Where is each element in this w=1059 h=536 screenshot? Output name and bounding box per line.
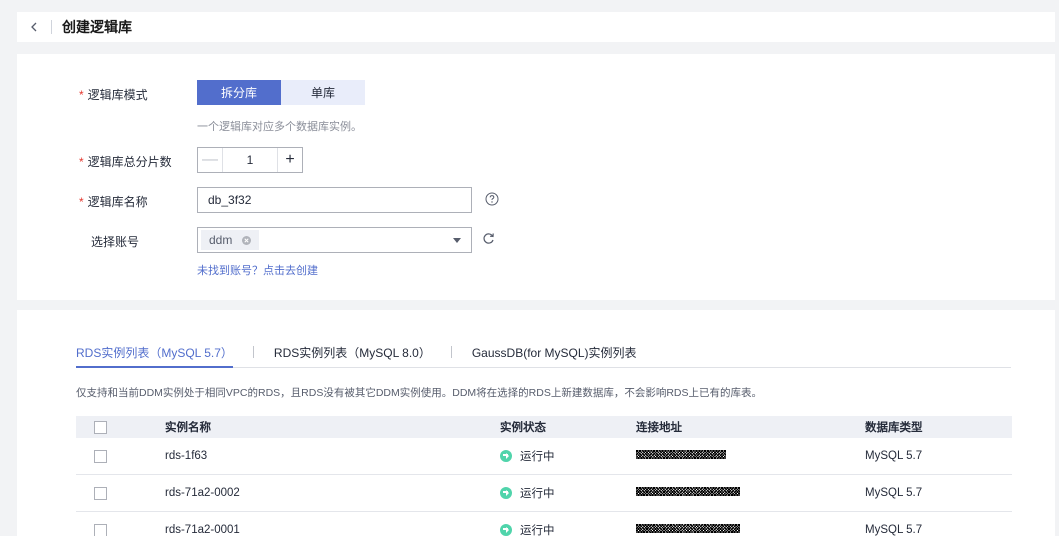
mode-hint: 一个逻辑库对应多个数据库实例。 (197, 121, 362, 133)
db-name-input[interactable]: db_3f32 (197, 187, 472, 213)
mode-segmented-control: 拆分库 单库 (197, 80, 365, 105)
db-type: MySQL 5.7 (865, 487, 923, 499)
page-title: 创建逻辑库 (62, 19, 132, 35)
column-header: 连接地址 (636, 422, 682, 434)
db-type: MySQL 5.7 (865, 450, 923, 462)
column-header: 数据库类型 (865, 422, 923, 434)
increment-button[interactable]: + (278, 148, 302, 172)
column-header: 实例名称 (165, 422, 211, 434)
mode-option-single[interactable]: 单库 (281, 80, 365, 105)
account-tag: ddm (201, 230, 260, 250)
header-divider (51, 20, 52, 34)
mode-label: * 逻辑库模式 (79, 88, 148, 102)
required-mark: * (79, 195, 84, 209)
row-checkbox[interactable] (94, 449, 107, 463)
table-row[interactable]: rds-71a2-0001 运行中 MySQL 5.7 (76, 512, 1012, 536)
tab-divider (252, 346, 254, 358)
refresh-icon[interactable] (482, 232, 495, 245)
tab-gaussdb[interactable]: GaussDB(for MySQL)实例列表 (472, 342, 637, 368)
table-header: 实例名称 实例状态 连接地址 数据库类型 (76, 416, 1012, 438)
instance-name: rds-1f63 (165, 450, 208, 462)
row-checkbox[interactable] (94, 523, 107, 536)
column-header: 实例状态 (500, 422, 546, 434)
chevron-left-icon (31, 22, 37, 32)
back-button[interactable] (23, 16, 45, 38)
create-account-link[interactable]: 未找到账号？点击去创建 (197, 262, 318, 278)
select-all-checkbox[interactable] (94, 420, 107, 434)
instance-name: rds-71a2-0002 (165, 487, 240, 499)
account-select[interactable]: ddm (197, 227, 472, 253)
mode-option-split[interactable]: 拆分库 (197, 80, 281, 105)
db-type: MySQL 5.7 (865, 524, 923, 536)
masked-address (636, 524, 740, 533)
instance-tabs: RDS实例列表（MySQL 5.7） RDS实例列表（MySQL 8.0） Ga… (76, 342, 1011, 368)
shards-label: * 逻辑库总分片数 (79, 155, 172, 169)
account-label: 选择账号 (91, 235, 140, 249)
tab-rds-mysql57[interactable]: RDS实例列表（MySQL 5.7） (76, 342, 233, 368)
form-card: * 逻辑库模式 拆分库 单库 一个逻辑库对应多个数据库实例。 * 逻辑库总分片数 —… (17, 54, 1055, 300)
page-header: 创建逻辑库 (17, 12, 1055, 42)
masked-address (636, 450, 726, 459)
chevron-down-icon (453, 238, 461, 243)
row-checkbox[interactable] (94, 486, 107, 500)
notice-text: 仅支持和当前DDM实例处于相同VPC的RDS，且RDS没有被其它DDM实例使用。… (76, 387, 762, 399)
name-label: * 逻辑库名称 (79, 195, 148, 209)
account-tag-label: ddm (209, 233, 233, 247)
required-mark: * (79, 155, 84, 169)
tab-rds-mysql80[interactable]: RDS实例列表（MySQL 8.0） (274, 342, 431, 368)
table-row[interactable]: rds-71a2-0002 运行中 MySQL 5.7 (76, 475, 1012, 512)
running-status-icon (500, 450, 512, 462)
instance-status: 运行中 (520, 451, 555, 463)
help-icon[interactable] (485, 192, 499, 206)
tag-close-icon[interactable] (242, 235, 252, 245)
tab-divider (450, 346, 452, 358)
running-status-icon (500, 487, 512, 499)
running-status-icon (500, 524, 512, 536)
instance-table: 实例名称 实例状态 连接地址 数据库类型 rds-1f63 运行中 MySQL … (76, 416, 1012, 536)
decrement-button[interactable]: — (198, 148, 222, 172)
shards-value[interactable]: 1 (222, 148, 278, 172)
masked-address (636, 487, 740, 496)
required-mark: * (79, 88, 84, 102)
instance-status: 运行中 (520, 525, 555, 536)
instance-status: 运行中 (520, 488, 555, 500)
instance-name: rds-71a2-0001 (165, 524, 240, 536)
instance-list-card: RDS实例列表（MySQL 5.7） RDS实例列表（MySQL 8.0） Ga… (17, 310, 1055, 536)
table-row[interactable]: rds-1f63 运行中 MySQL 5.7 (76, 438, 1012, 475)
shards-stepper: — 1 + (197, 147, 303, 173)
